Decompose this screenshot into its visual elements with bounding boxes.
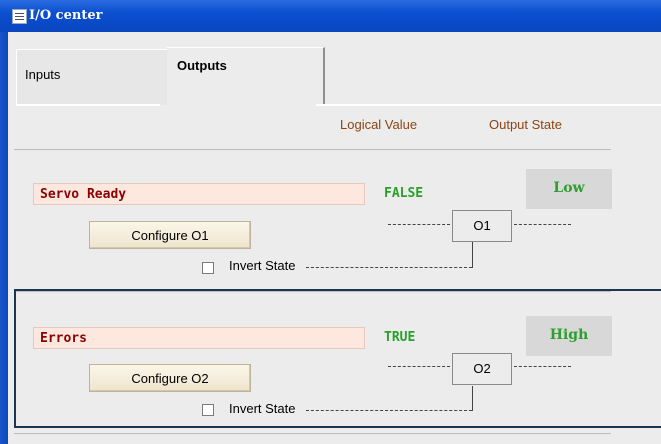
connector-line: [306, 267, 472, 268]
invert-state-checkbox[interactable]: [202, 262, 214, 274]
tab-border-right: [316, 104, 661, 106]
selection-highlight: [14, 289, 661, 428]
logical-value: FALSE: [384, 186, 424, 201]
configure-output-button[interactable]: Configure O1: [89, 221, 251, 249]
column-header-output-state: Output State: [489, 117, 562, 132]
app-icon: [12, 9, 27, 24]
tab-outputs[interactable]: Outputs: [167, 47, 325, 106]
tab-outputs-label: Outputs: [177, 58, 227, 73]
window-title: I/O center: [29, 8, 103, 23]
column-header-logical-value: Logical Value: [340, 117, 418, 132]
title-bar[interactable]: I/O center: [0, 0, 661, 32]
output-state-badge: Low: [526, 169, 612, 209]
connector-line: [472, 242, 473, 268]
tab-strip: Inputs Outputs: [8, 47, 661, 106]
window-frame-left: [0, 32, 8, 444]
connector-line: [388, 224, 450, 225]
output-box: O1: [452, 210, 512, 242]
bottom-divider: [14, 433, 611, 435]
connector-line: [514, 224, 571, 225]
tab-inputs[interactable]: Inputs: [16, 49, 168, 105]
header-divider: [14, 149, 611, 151]
invert-state-label: Invert State: [229, 258, 296, 273]
output-name-field[interactable]: Servo Ready: [33, 183, 365, 205]
tab-border-left: [16, 104, 160, 106]
tab-inputs-label: Inputs: [25, 67, 61, 82]
